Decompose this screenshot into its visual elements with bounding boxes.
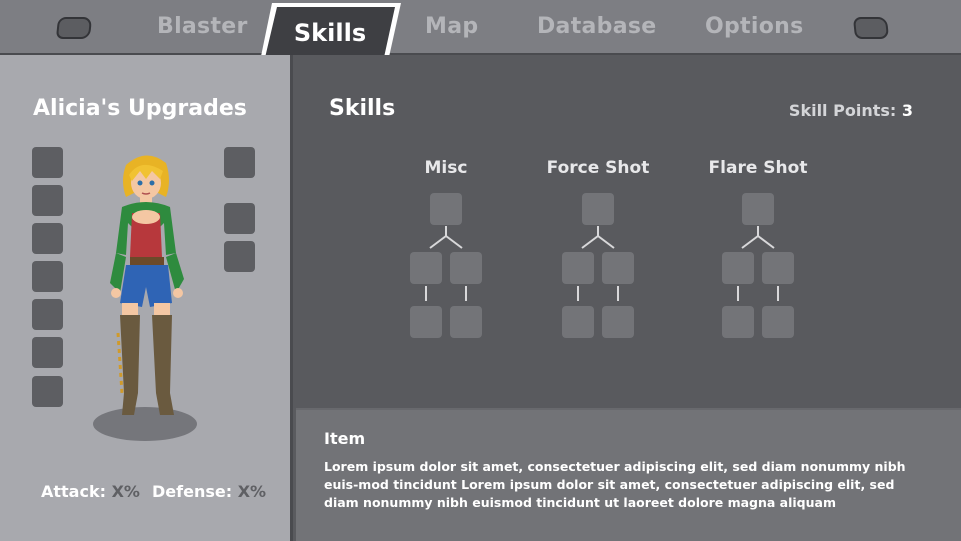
skill-node[interactable] — [762, 252, 794, 284]
attack-label: Attack: — [41, 482, 106, 501]
upgrade-slot[interactable] — [32, 337, 63, 368]
upgrade-slot[interactable] — [32, 223, 63, 254]
skills-panel: Skills Skill Points: 3 Misc Force Shot F… — [293, 55, 961, 408]
skill-points-value: 3 — [901, 101, 913, 120]
defense-value: X% — [237, 482, 267, 501]
character-sprite — [110, 155, 184, 415]
upgrade-slot[interactable] — [224, 203, 255, 234]
left-shoulder-button-icon[interactable] — [55, 17, 93, 39]
upgrade-slot[interactable] — [32, 261, 63, 292]
skill-node[interactable] — [762, 306, 794, 338]
upgrades-panel: Alicia's Upgrades Attack: X% Defense: X% — [0, 55, 293, 541]
right-shoulder-button-icon[interactable] — [852, 17, 890, 39]
upgrade-slot[interactable] — [32, 299, 63, 330]
skill-points-label: Skill Points: — [788, 101, 897, 120]
item-description: Lorem ipsum dolor sit amet, consectetuer… — [324, 459, 906, 510]
upgrade-slot[interactable] — [32, 185, 63, 216]
tab-skills-label: Skills — [293, 19, 367, 47]
tab-map[interactable]: Map — [425, 14, 478, 39]
skill-tree-misc: Misc — [401, 158, 491, 348]
skill-node[interactable] — [410, 252, 442, 284]
skill-node[interactable] — [450, 306, 482, 338]
attack-stat: Attack: X% — [41, 482, 140, 501]
upgrade-slot[interactable] — [224, 241, 255, 272]
skill-node[interactable] — [562, 252, 594, 284]
tab-blaster[interactable]: Blaster — [157, 14, 248, 39]
item-description-panel: Item Lorem ipsum dolor sit amet, consect… — [296, 408, 961, 541]
defense-label: Defense: — [152, 482, 233, 501]
upgrades-title: Alicia's Upgrades — [33, 96, 247, 121]
attack-value: X% — [111, 482, 140, 501]
upgrade-slot[interactable] — [32, 376, 63, 407]
upgrade-slot[interactable] — [32, 147, 63, 178]
skill-node[interactable] — [450, 252, 482, 284]
skill-tree-flare-shot: Flare Shot — [709, 158, 807, 348]
tab-options[interactable]: Options — [705, 14, 803, 39]
skill-tree-force-shot: Force Shot — [547, 158, 649, 348]
skill-node[interactable] — [410, 306, 442, 338]
skill-node[interactable] — [742, 193, 774, 225]
skill-node[interactable] — [722, 306, 754, 338]
item-title: Item — [324, 429, 366, 448]
upgrade-slot[interactable] — [224, 147, 255, 178]
top-navigation-bar: Blaster Map Database Options — [0, 0, 961, 55]
skill-node[interactable] — [602, 252, 634, 284]
skills-title: Skills — [329, 96, 396, 121]
skill-points-display: Skill Points: 3 — [789, 101, 913, 120]
skill-node[interactable] — [582, 193, 614, 225]
defense-stat: Defense: X% — [152, 482, 266, 501]
tab-database[interactable]: Database — [537, 14, 656, 39]
skill-node[interactable] — [430, 193, 462, 225]
skill-node[interactable] — [562, 306, 594, 338]
skill-node[interactable] — [722, 252, 754, 284]
skill-node[interactable] — [602, 306, 634, 338]
